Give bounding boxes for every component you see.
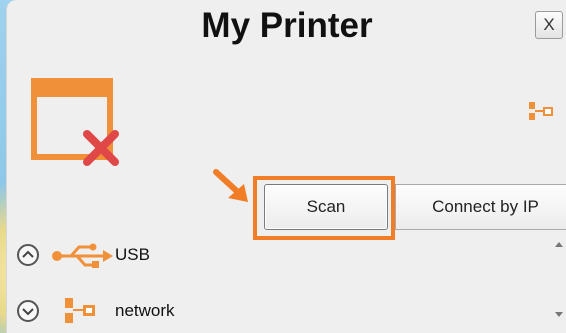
my-printer-window: My Printer X Scan Connect by IP USB netw…: [6, 0, 566, 333]
network-status-icon: [528, 101, 558, 123]
expand-icon[interactable]: [17, 300, 39, 322]
connect-by-ip-button[interactable]: Connect by IP: [395, 184, 566, 230]
list-item-network[interactable]: network: [17, 296, 217, 330]
printer-disconnected-icon: [31, 78, 131, 168]
connection-list: USB network: [7, 236, 547, 333]
list-scrollbar[interactable]: [553, 236, 566, 333]
list-item-usb[interactable]: USB: [17, 240, 217, 274]
window-title: My Printer: [201, 6, 373, 45]
collapse-icon[interactable]: [17, 244, 39, 266]
close-button[interactable]: X: [535, 11, 563, 39]
scroll-down-icon[interactable]: [555, 312, 563, 317]
network-label: network: [115, 301, 175, 320]
pointer-arrow-icon: [212, 168, 254, 208]
usb-label: USB: [115, 245, 150, 264]
usb-icon: [51, 242, 113, 275]
scroll-up-icon[interactable]: [555, 242, 563, 247]
network-icon: [61, 296, 101, 331]
scan-button[interactable]: Scan: [264, 184, 388, 230]
